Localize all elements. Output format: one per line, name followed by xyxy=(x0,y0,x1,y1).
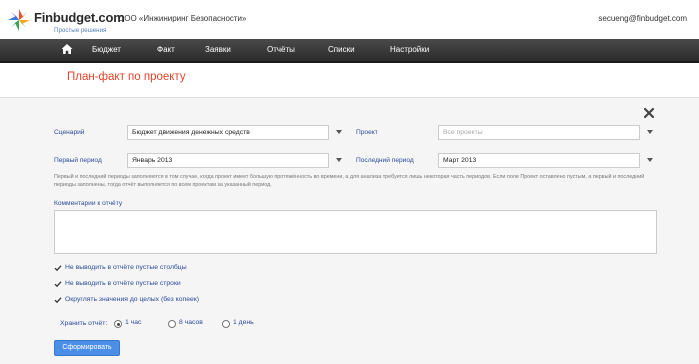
home-icon[interactable] xyxy=(61,43,73,55)
last-period-dropdown-icon[interactable] xyxy=(647,158,653,162)
generate-report-button[interactable]: Сформировать xyxy=(54,340,120,356)
close-icon[interactable] xyxy=(643,107,655,119)
project-select[interactable]: Все проекты xyxy=(438,125,640,140)
nav-item-fact[interactable]: Факт xyxy=(157,45,175,54)
top-header: Finbudget.com Простые решения ООО «Инжин… xyxy=(0,0,699,38)
checkmark-icon[interactable] xyxy=(54,264,62,272)
nav-item-settings[interactable]: Настройки xyxy=(390,45,429,54)
store-report-label: Хранить отчёт: xyxy=(60,320,108,327)
last-period-select[interactable]: Март 2013 xyxy=(438,153,640,168)
comments-label: Комментарии к отчёту xyxy=(54,200,123,207)
finbudget-logo[interactable]: Finbudget.com Простые решения xyxy=(6,7,136,34)
page-title: План-факт по проекту xyxy=(67,71,186,83)
radio-label-8-hours: 8 часов xyxy=(179,319,203,326)
checkbox-label: Не выводить в отчёте пустые строки xyxy=(65,280,181,287)
nav-item-budget[interactable]: Бюджет xyxy=(92,45,121,54)
radio-label-1-hour: 1 час xyxy=(125,319,142,326)
radio-store-8-hours[interactable] xyxy=(168,320,176,328)
nav-item-lists[interactable]: Списки xyxy=(328,45,355,54)
main-nav: Бюджет Факт Заявки Отчёты Списки Настрой… xyxy=(0,39,699,63)
radio-store-1-day[interactable] xyxy=(222,320,230,328)
first-period-dropdown-icon[interactable] xyxy=(336,158,342,162)
scenario-dropdown-icon[interactable] xyxy=(336,130,342,134)
checkmark-icon[interactable] xyxy=(54,280,62,288)
checkmark-icon[interactable] xyxy=(54,296,62,304)
project-dropdown-icon[interactable] xyxy=(647,130,653,134)
title-bar: План-факт по проекту xyxy=(0,63,699,98)
checkbox-label: Не выводить в отчёте пустые столбцы xyxy=(65,264,187,271)
checkbox-label: Округлять значения до целых (без копеек) xyxy=(65,296,199,303)
scenario-select[interactable]: Бюджет движения денежных средств xyxy=(127,125,329,140)
project-label: Проект xyxy=(356,129,378,136)
period-hint-text: Первый и последний периоды заполняются в… xyxy=(54,174,645,188)
radio-label-1-day: 1 день xyxy=(233,319,254,326)
organization-name[interactable]: ООО «Инжиниринг Безопасности» xyxy=(118,14,246,23)
logo-mark-icon xyxy=(8,9,30,31)
first-period-select[interactable]: Январь 2013 xyxy=(127,153,329,168)
logo-text: Finbudget.com xyxy=(34,10,125,25)
radio-store-1-hour[interactable] xyxy=(114,320,122,328)
logo-subtitle: Простые решения xyxy=(54,27,107,34)
nav-item-requests[interactable]: Заявки xyxy=(205,45,231,54)
nav-item-reports[interactable]: Отчёты xyxy=(267,45,295,54)
user-email[interactable]: secueng@finbudget.com xyxy=(598,14,687,23)
comments-textarea[interactable] xyxy=(54,210,657,254)
first-period-label: Первый период xyxy=(54,157,102,164)
last-period-label: Последний период xyxy=(356,157,414,164)
scenario-label: Сценарий xyxy=(54,129,85,136)
